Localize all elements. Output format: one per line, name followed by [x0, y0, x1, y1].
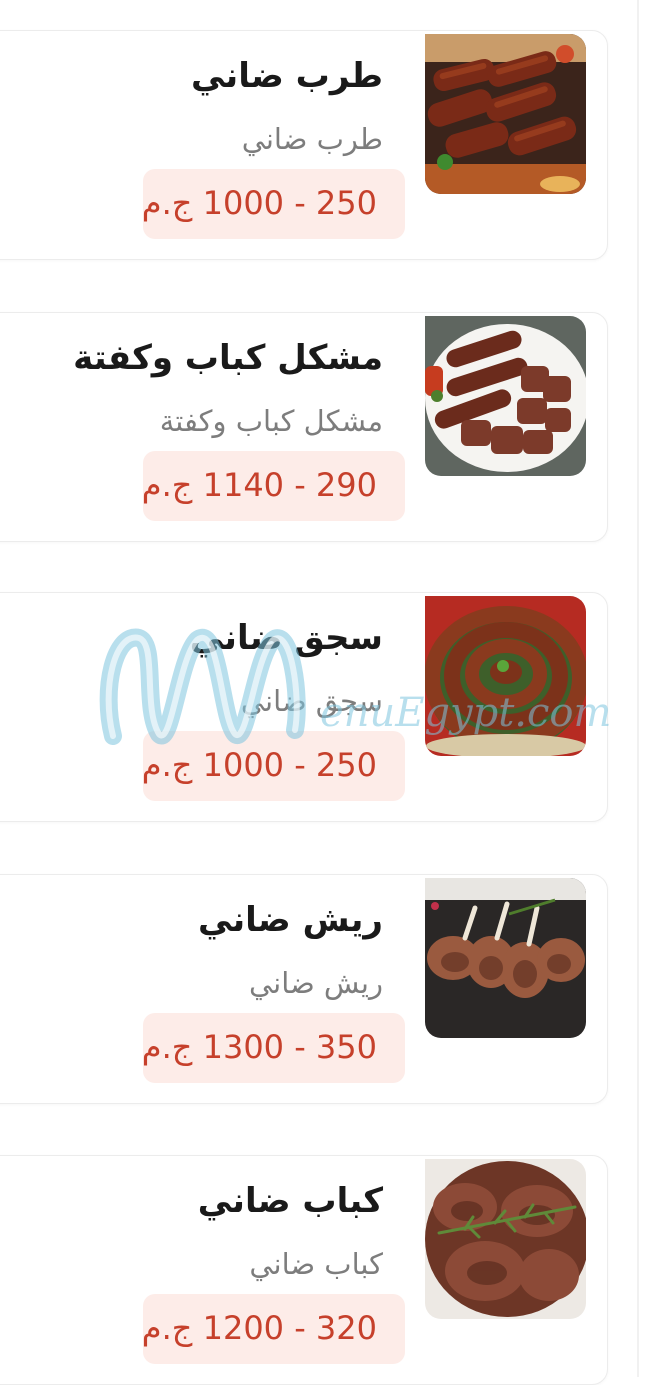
price-button[interactable]: 250 - 1000 ج.م — [141, 731, 405, 801]
menu-item-card[interactable]: طرب ضاني طرب ضاني 250 - 1000 ج.م — [0, 30, 608, 260]
item-name: كباب ضاني — [197, 1181, 383, 1221]
price-label: 250 - 1000 ج.م — [141, 746, 377, 784]
price-label: 250 - 1000 ج.م — [141, 184, 377, 222]
menu-item-card[interactable]: كباب ضاني كباب ضاني 320 - 1200 ج.م — [0, 1155, 608, 1385]
item-name: طرب ضاني — [191, 56, 383, 96]
item-description: كباب ضاني — [249, 1247, 383, 1281]
item-name: سجق ضاني — [189, 618, 383, 658]
item-photo-lamb-chops[interactable] — [425, 878, 586, 1038]
page-edge-divider — [637, 0, 639, 1377]
price-label: 320 - 1200 ج.م — [141, 1309, 377, 1347]
item-name: ريش ضاني — [197, 900, 383, 940]
item-description: طرب ضاني — [241, 122, 383, 156]
item-description: ريش ضاني — [249, 966, 383, 1000]
price-button[interactable]: 290 - 1140 ج.م — [141, 451, 405, 521]
menu-item-card[interactable]: ريش ضاني ريش ضاني 350 - 1300 ج.م — [0, 874, 608, 1104]
menu-item-card[interactable]: سجق ضاني سجق ضاني 250 - 1000 ج.م — [0, 592, 608, 822]
item-photo-tarb[interactable] — [425, 34, 586, 194]
item-photo-mixed-kebab-kofta[interactable] — [425, 316, 586, 476]
price-button[interactable]: 350 - 1300 ج.م — [141, 1013, 405, 1083]
price-button[interactable]: 320 - 1200 ج.م — [141, 1294, 405, 1364]
item-photo-lamb-kebab[interactable] — [425, 1159, 586, 1319]
menu-item-card[interactable]: مشكل كباب وكفتة مشكل كباب وكفتة 290 - 11… — [0, 312, 608, 542]
item-photo-sausage[interactable] — [425, 596, 586, 756]
price-label: 350 - 1300 ج.م — [141, 1028, 377, 1066]
price-label: 290 - 1140 ج.م — [141, 466, 377, 504]
item-description: مشكل كباب وكفتة — [159, 404, 383, 438]
price-button[interactable]: 250 - 1000 ج.م — [141, 169, 405, 239]
item-name: مشكل كباب وكفتة — [73, 338, 383, 378]
item-description: سجق ضاني — [240, 684, 383, 718]
